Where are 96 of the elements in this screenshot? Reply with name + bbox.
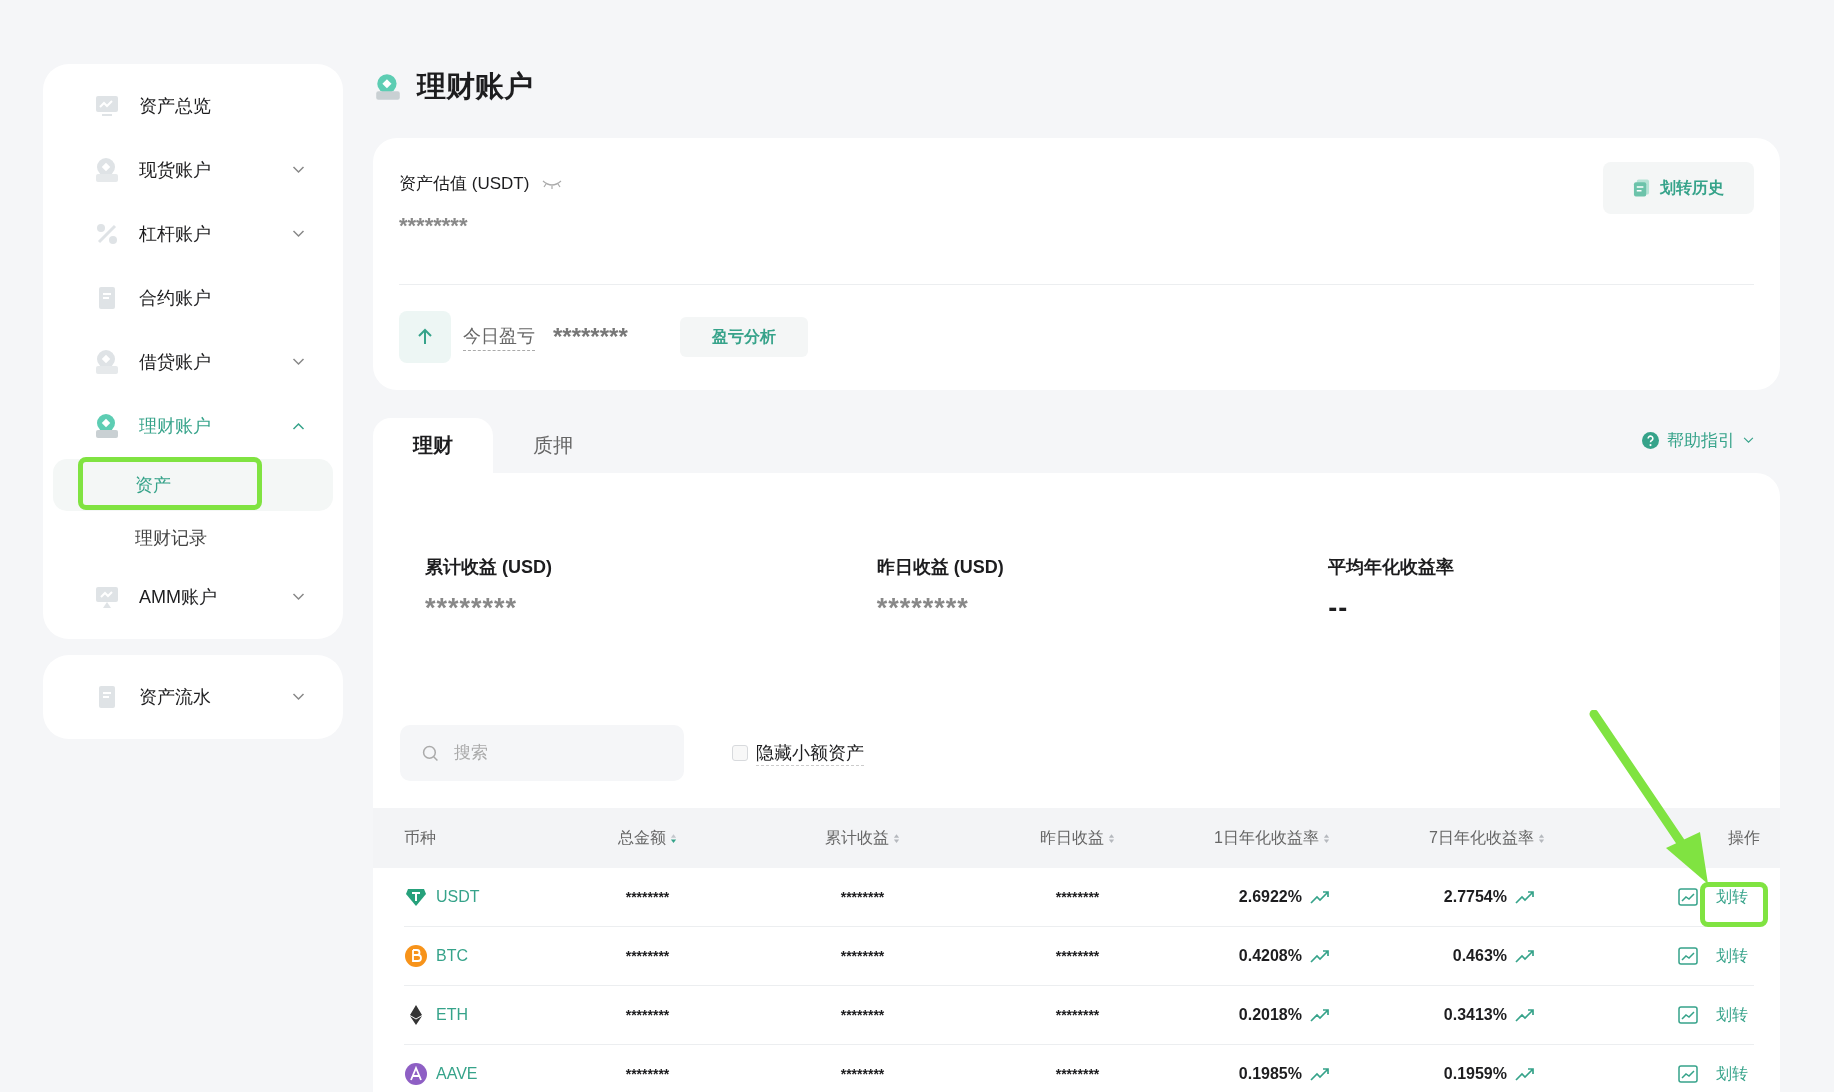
sort-icon[interactable] [1108, 832, 1115, 844]
trend-up-icon [1310, 949, 1330, 963]
coin-name[interactable]: ETH [436, 1006, 468, 1024]
column-header: 1日年化收益率 [1214, 827, 1319, 848]
column-header: 7日年化收益率 [1429, 827, 1534, 848]
table-cell: ******** [625, 1007, 670, 1023]
document-icon [1633, 178, 1650, 198]
pnl-analysis-button[interactable]: 盈亏分析 [679, 317, 808, 357]
column-header: 累计收益 [825, 827, 889, 848]
table-cell: ******** [625, 889, 670, 905]
chart-icon[interactable] [1678, 1065, 1698, 1083]
stat-value: ******** [876, 593, 970, 624]
table-cell: 0.1959% [1443, 1065, 1507, 1083]
sidebar-item[interactable]: 借贷账户 [53, 330, 333, 394]
page-title: 理财账户 [417, 69, 533, 104]
submenu-item[interactable]: 理财记录 [53, 512, 333, 564]
today-pnl-label[interactable]: 今日盈亏 [463, 323, 535, 351]
trend-up-icon [1515, 890, 1535, 904]
chart-icon[interactable] [1678, 1006, 1698, 1024]
table-cell: 0.4208% [1238, 947, 1302, 965]
stat-value: -- [1328, 593, 1350, 624]
help-icon [1642, 432, 1659, 449]
transfer-link[interactable]: 划转 [1716, 945, 1754, 967]
column-header: 操作 [1728, 827, 1760, 848]
column-header: 总金额 [618, 827, 666, 848]
transfer-history-button[interactable]: 划转历史 [1603, 162, 1754, 214]
account-icon [93, 412, 121, 440]
sort-icon[interactable] [1538, 832, 1545, 844]
coin-name[interactable]: BTC [436, 947, 468, 965]
table-cell: ******** [1055, 1066, 1100, 1082]
transfer-link[interactable]: 划转 [1716, 886, 1754, 908]
chart-icon[interactable] [1678, 888, 1698, 906]
stat-label: 累计收益 (USD) [425, 556, 553, 579]
table-cell: ******** [625, 948, 670, 964]
help-guide-link[interactable]: 帮助指引 [1642, 429, 1780, 452]
table-cell: ******** [840, 948, 885, 964]
sort-icon[interactable] [670, 832, 677, 844]
account-icon [93, 348, 121, 376]
valuation-value: ******** [399, 213, 469, 239]
table-cell: 0.463% [1452, 947, 1507, 965]
chevron-icon [292, 358, 305, 366]
hide-small-assets-label[interactable]: 隐藏小额资产 [756, 740, 864, 766]
chevron-icon [292, 166, 305, 174]
trend-up-icon [1310, 1008, 1330, 1022]
sidebar-item[interactable]: 理财账户 [53, 394, 333, 458]
transfer-link[interactable]: 划转 [1716, 1004, 1754, 1026]
stat-value: ******** [425, 593, 519, 624]
tab[interactable]: 理财 [373, 418, 493, 473]
table-cell: ******** [840, 889, 885, 905]
account-icon [93, 156, 121, 184]
table-cell: ******** [625, 1066, 670, 1082]
chart-icon[interactable] [1678, 947, 1698, 965]
eye-closed-icon[interactable] [541, 178, 564, 189]
trend-up-icon [1515, 1067, 1535, 1081]
table-cell: 2.7754% [1443, 888, 1507, 906]
table-cell: 0.2018% [1238, 1006, 1302, 1024]
table-cell: ******** [1055, 889, 1100, 905]
table-cell: ******** [840, 1007, 885, 1023]
search-icon [422, 745, 439, 762]
sidebar-item[interactable]: 杠杆账户 [53, 202, 333, 266]
sidebar-item[interactable]: 现货账户 [53, 138, 333, 202]
stat-label: 平均年化收益率 [1328, 556, 1456, 579]
trend-up-icon [1515, 1008, 1535, 1022]
trend-up-icon [1310, 890, 1330, 904]
sort-icon[interactable] [893, 832, 900, 844]
chevron-icon [1743, 437, 1754, 444]
highlight-frame [1700, 882, 1768, 927]
sidebar-item[interactable]: 资产流水 [53, 665, 333, 729]
column-header: 昨日收益 [1040, 827, 1104, 848]
chevron-icon [292, 230, 305, 238]
sort-icon[interactable] [1323, 832, 1330, 844]
chevron-icon [292, 693, 305, 701]
transfer-link[interactable]: 划转 [1716, 1063, 1754, 1085]
table-cell: 0.1985% [1238, 1065, 1302, 1083]
trend-up-icon [1310, 1067, 1330, 1081]
table-cell: ******** [1055, 1007, 1100, 1023]
sidebar-item[interactable]: 资产总览 [53, 74, 333, 138]
column-header: 币种 [404, 827, 436, 848]
wallet-icon [373, 72, 403, 102]
tab[interactable]: 质押 [493, 418, 613, 473]
valuation-label: 资产估值 (USDT) [399, 173, 530, 195]
search-field[interactable]: 搜索 [400, 725, 684, 781]
sidebar-item[interactable]: AMM账户 [53, 565, 333, 629]
chevron-icon [292, 593, 305, 601]
table-cell: ******** [1055, 948, 1100, 964]
sidebar-item[interactable]: 合约账户 [53, 266, 333, 330]
table-cell: 2.6922% [1238, 888, 1302, 906]
chevron-icon [292, 422, 305, 430]
coin-name[interactable]: USDT [436, 888, 480, 906]
stat-label: 昨日收益 (USD) [876, 556, 1005, 579]
checkbox[interactable] [732, 745, 748, 761]
trend-up-icon [1515, 949, 1535, 963]
today-pnl-value: ******** [553, 323, 628, 351]
table-cell: 0.3413% [1443, 1006, 1507, 1024]
table-cell: ******** [840, 1066, 885, 1082]
coin-name[interactable]: AAVE [436, 1065, 478, 1083]
